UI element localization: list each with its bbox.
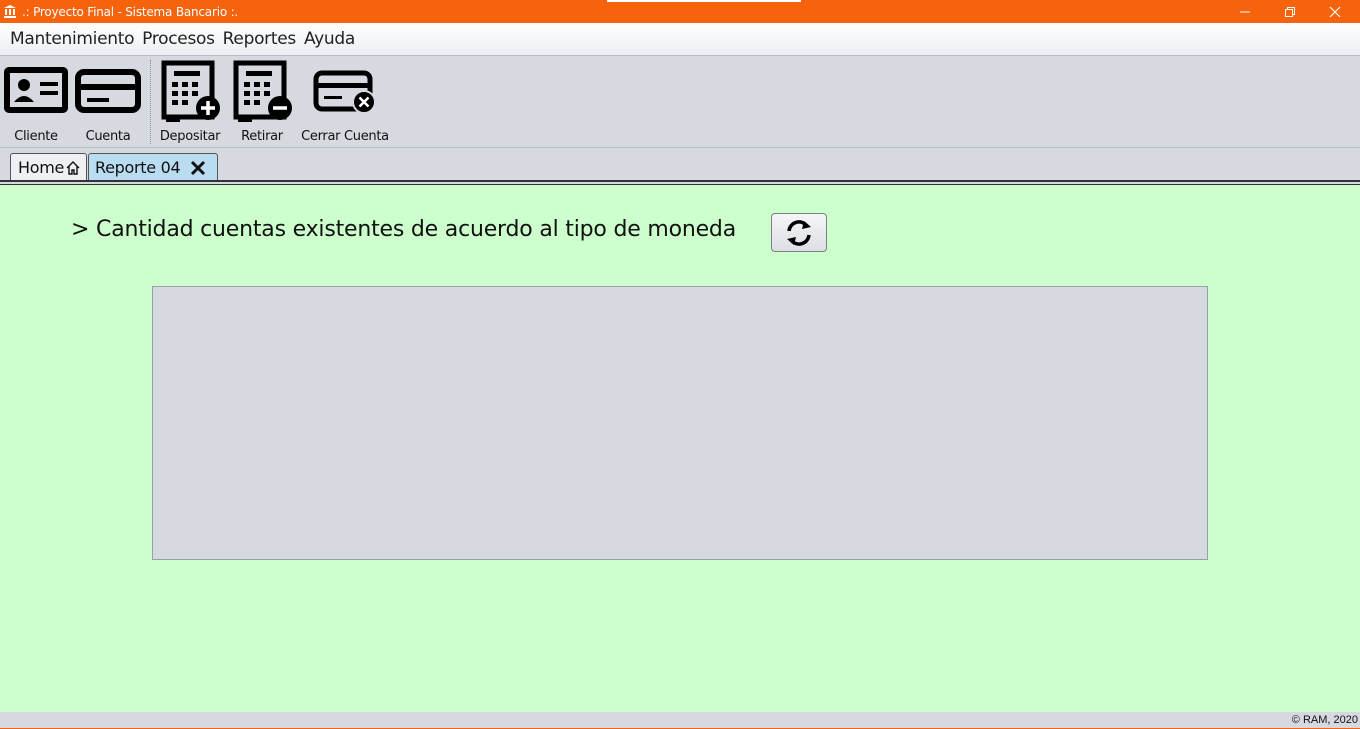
close-icon [1329, 6, 1341, 17]
menu-reportes[interactable]: Reportes [219, 29, 300, 49]
status-bar: © RAM, 2020 [0, 712, 1360, 729]
cerrar-cuenta-button[interactable]: Cerrar Cuenta [298, 56, 392, 148]
calculator-minus-icon [233, 60, 292, 122]
refresh-icon [787, 219, 811, 246]
toolbar-separator [150, 60, 151, 144]
retirar-label: Retirar [241, 129, 283, 144]
title-focus-indicator [607, 0, 801, 2]
cuenta-button[interactable]: Cuenta [72, 56, 144, 148]
tab-home[interactable]: Home [10, 153, 87, 181]
menu-bar: Mantenimiento Procesos Reportes Ayuda [0, 23, 1360, 56]
menu-mantenimiento[interactable]: Mantenimiento [6, 29, 138, 49]
tab-underline [0, 180, 1360, 182]
id-card-icon [4, 67, 68, 113]
tab-home-label: Home [18, 158, 65, 177]
restore-icon [1285, 6, 1295, 17]
cliente-button[interactable]: Cliente [2, 56, 70, 148]
depositar-label: Depositar [159, 129, 221, 144]
restore-button[interactable] [1267, 0, 1313, 23]
menu-ayuda[interactable]: Ayuda [300, 29, 359, 49]
minimize-button[interactable] [1222, 0, 1268, 23]
report-chart-panel [152, 286, 1208, 560]
window-title: .: Proyecto Final - Sistema Bancario :. [22, 5, 239, 19]
tab-reporte-label: Reporte 04 [95, 158, 181, 177]
copyright-text: © RAM, 2020 [1291, 714, 1358, 726]
retirar-button[interactable]: Retirar [230, 56, 294, 148]
bank-app-icon [4, 5, 16, 18]
tab-underline-secondary [0, 184, 1360, 185]
home-icon [66, 160, 80, 175]
cerrar-cuenta-label: Cerrar Cuenta [301, 129, 389, 144]
title-bar: .: Proyecto Final - Sistema Bancario :. [0, 0, 1360, 23]
refresh-button[interactable] [771, 213, 827, 252]
toolbar: Cliente Cuenta Depositar Retirar Cerrar … [0, 56, 1360, 148]
credit-card-icon [75, 69, 141, 113]
close-tab-icon[interactable] [189, 159, 207, 177]
minimize-icon [1240, 11, 1250, 12]
depositar-button[interactable]: Depositar [158, 56, 222, 148]
calculator-plus-icon [161, 60, 220, 122]
tab-reporte-04[interactable]: Reporte 04 [88, 153, 218, 181]
close-window-button[interactable] [1312, 0, 1358, 23]
card-close-icon [313, 70, 376, 114]
menu-procesos[interactable]: Procesos [138, 29, 219, 49]
report-heading: > Cantidad cuentas existentes de acuerdo… [71, 217, 736, 242]
cliente-label: Cliente [14, 129, 58, 144]
cuenta-label: Cuenta [85, 129, 131, 144]
